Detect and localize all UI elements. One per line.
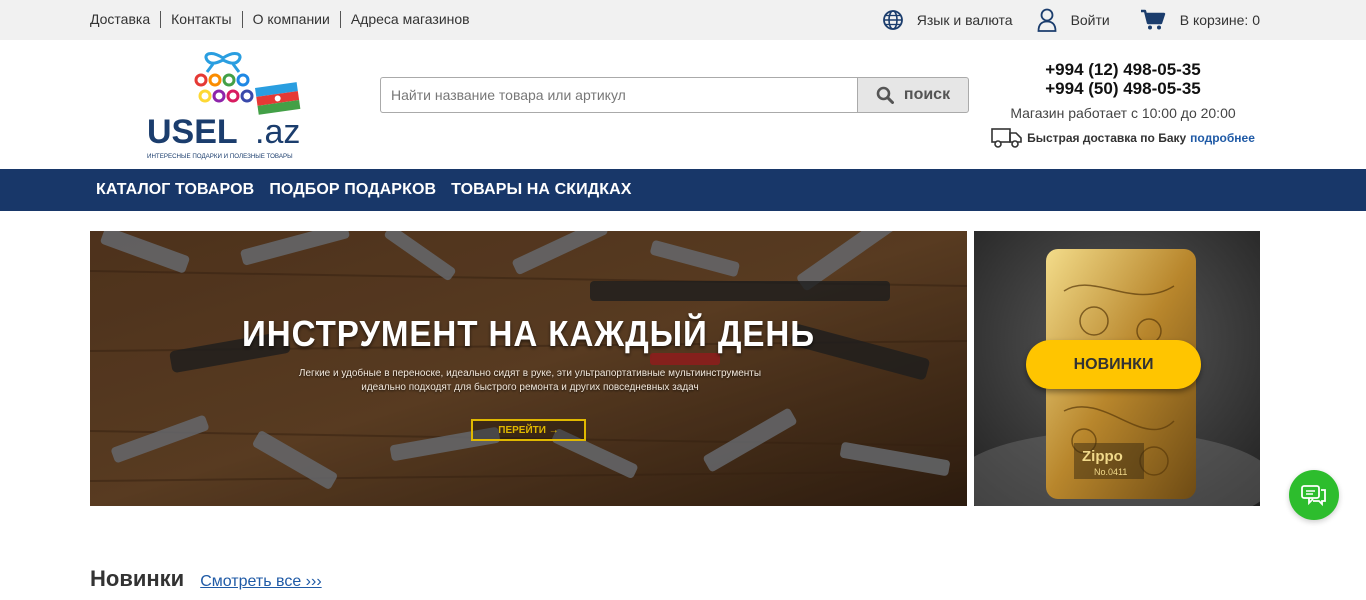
login-label: Войти xyxy=(1070,12,1110,28)
search-button[interactable]: поиск xyxy=(857,77,969,113)
section-title: Новинки xyxy=(90,566,185,591)
phone-1[interactable]: +994 (12) 498-05-35 xyxy=(978,60,1268,79)
logo-brand-suffix: .az xyxy=(255,113,300,151)
top-link-stores[interactable]: Адреса магазинов xyxy=(339,11,480,28)
cart-label: В корзине: 0 xyxy=(1179,12,1260,28)
logo-graphic: USEL .az ИНТЕРЕСНЫЕ ПОДАРКИ И ПОЛЕЗНЫЕ Т… xyxy=(147,52,300,160)
login-button[interactable]: Войти xyxy=(1037,8,1110,32)
nav-catalog[interactable]: КАТАЛОГ ТОВАРОВ xyxy=(96,181,254,199)
banner-go-button[interactable]: ПЕРЕЙТИ → xyxy=(471,419,586,441)
language-currency-label: Язык и валюта xyxy=(916,12,1013,28)
nav-gift-finder[interactable]: ПОДБОР ПОДАРКОВ xyxy=(269,181,436,199)
top-bar: Доставка Контакты О компании Адреса мага… xyxy=(0,0,1366,40)
language-currency-button[interactable]: Язык и валюта xyxy=(882,10,1013,30)
store-hours: Магазин работает с 10:00 до 20:00 xyxy=(1010,105,1236,121)
globe-icon xyxy=(882,10,903,30)
top-link-contacts[interactable]: Контакты xyxy=(160,11,241,28)
see-all-link[interactable]: Смотреть все ››› xyxy=(200,573,321,591)
top-link-about[interactable]: О компании xyxy=(241,11,340,28)
search-bar: поиск xyxy=(380,77,969,113)
top-right-tools: Язык и валюта Войти В корзине: 0 xyxy=(859,8,1260,32)
lighter-brand: Zippo xyxy=(1082,448,1123,465)
new-products-header: Новинки Смотреть все ››› xyxy=(90,566,322,592)
search-button-label: поиск xyxy=(903,86,951,103)
banner-subtitle: Легкие и удобные в переноске, идеально с… xyxy=(298,368,762,393)
lighter-number: No.0411 xyxy=(1094,467,1127,477)
delivery-more-link[interactable]: подробнее xyxy=(1190,131,1255,145)
truck-icon xyxy=(991,128,1022,148)
main-nav: КАТАЛОГ ТОВАРОВ ПОДБОР ПОДАРКОВ ТОВАРЫ Н… xyxy=(0,169,1366,211)
contacts-block: +994 (12) 498-05-35 +994 (50) 498-05-35 … xyxy=(978,60,1268,149)
top-links: Доставка Контакты О компании Адреса мага… xyxy=(90,11,480,28)
chat-widget-button[interactable] xyxy=(1289,470,1339,520)
top-link-delivery[interactable]: Доставка xyxy=(90,11,160,28)
main-banner[interactable]: ИНСТРУМЕНТ НА КАЖДЫЙ ДЕНЬ Легкие и удобн… xyxy=(90,231,967,506)
delivery-info: Быстрая доставка по Баку подробнее xyxy=(978,127,1268,149)
search-icon xyxy=(876,86,894,104)
side-banner[interactable]: Zippo No.0411 НОВИНКИ xyxy=(974,231,1260,506)
logo-tagline: ИНТЕРЕСНЫЕ ПОДАРКИ И ПОЛЕЗНЫЕ ТОВАРЫ xyxy=(147,153,293,160)
site-header: USEL .az ИНТЕРЕСНЫЕ ПОДАРКИ И ПОЛЕЗНЫЕ Т… xyxy=(0,40,1366,169)
logo-brand-main: USEL xyxy=(147,113,238,151)
banner-title: ИНСТРУМЕНТ НА КАЖДЫЙ ДЕНЬ xyxy=(242,313,815,354)
search-input[interactable] xyxy=(380,77,857,113)
cart-button[interactable]: В корзине: 0 xyxy=(1140,9,1260,31)
nav-discounts[interactable]: ТОВАРЫ НА СКИДКАХ xyxy=(451,181,631,199)
new-arrivals-button[interactable]: НОВИНКИ xyxy=(1026,340,1201,389)
chat-icon xyxy=(1301,485,1326,507)
site-logo[interactable]: USEL .az ИНТЕРЕСНЫЕ ПОДАРКИ И ПОЛЕЗНЫЕ Т… xyxy=(145,50,305,165)
phone-2[interactable]: +994 (50) 498-05-35 xyxy=(978,79,1268,98)
cart-icon xyxy=(1140,9,1165,30)
user-icon xyxy=(1037,8,1056,32)
delivery-text: Быстрая доставка по Баку xyxy=(1027,131,1187,145)
